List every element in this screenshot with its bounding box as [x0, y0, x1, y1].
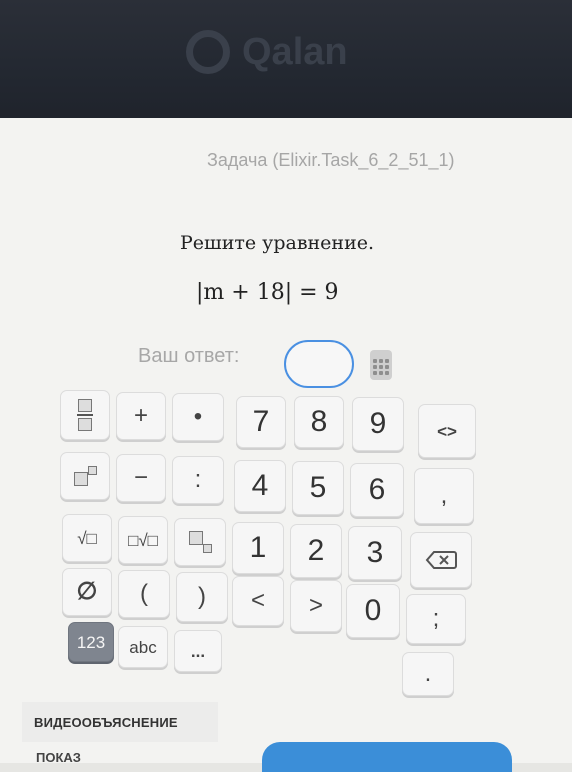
key-label: 123 — [76, 632, 106, 652]
numeric-mode-key[interactable]: 123 — [68, 622, 114, 662]
task-id: Задача (Elixir.Task_6_2_51_1) — [207, 150, 455, 170]
video-explanation-button[interactable]: ВИДЕООБЪЯСНЕНИЕ — [22, 702, 218, 742]
key-label: 5 — [309, 471, 327, 504]
key-label: abc — [129, 637, 157, 657]
plus-key[interactable]: + — [116, 392, 166, 440]
key-label: 0 — [364, 594, 382, 627]
digit-2-key[interactable]: 2 — [290, 524, 342, 578]
key-label: : — [194, 466, 202, 493]
key-label: • — [193, 403, 203, 430]
key-label: + — [133, 402, 148, 429]
comma-key[interactable]: , — [414, 468, 474, 524]
power-icon — [74, 466, 97, 486]
fraction-icon — [77, 399, 93, 431]
key-label: 7 — [252, 405, 270, 438]
primary-action-button[interactable] — [262, 742, 512, 772]
key-label: ( — [140, 580, 148, 607]
logo-text: Qalan — [242, 30, 348, 73]
key-label: □√□ — [128, 530, 158, 550]
answer-label: Ваш ответ: — [138, 345, 240, 367]
greater-than-key[interactable]: > — [290, 580, 342, 632]
key-label: ) — [198, 583, 206, 610]
subscript-icon — [189, 531, 212, 553]
decimal-point-key[interactable]: . — [402, 652, 454, 696]
task-card — [0, 118, 572, 763]
digit-3-key[interactable]: 3 — [348, 526, 402, 580]
key-label: 1 — [249, 531, 267, 564]
backspace-key[interactable] — [410, 532, 472, 588]
sqrt-key[interactable]: √□ — [62, 514, 112, 562]
open-paren-key[interactable]: ( — [118, 570, 170, 618]
key-label: − — [133, 464, 148, 491]
key-label: √□ — [77, 528, 97, 548]
key-label: 6 — [368, 473, 386, 506]
less-than-key[interactable]: < — [232, 576, 284, 626]
video-explanation-label: ВИДЕООБЪЯСНЕНИЕ — [34, 714, 178, 730]
empty-set-key[interactable]: ∅ — [62, 568, 112, 616]
semicolon-key[interactable]: ; — [406, 594, 466, 644]
logo: Qalan — [186, 30, 348, 74]
fraction-key[interactable] — [60, 390, 110, 440]
answer-input[interactable] — [284, 340, 354, 388]
digit-1-key[interactable]: 1 — [232, 522, 284, 574]
power-key[interactable] — [60, 452, 110, 500]
digit-7-key[interactable]: 7 — [236, 396, 286, 448]
key-label: 2 — [307, 534, 325, 567]
key-label: 4 — [251, 469, 269, 502]
nth-root-key[interactable]: □√□ — [118, 516, 168, 564]
calculator-icon[interactable] — [370, 350, 392, 380]
key-label: ∅ — [76, 578, 98, 605]
key-label: . — [424, 660, 432, 687]
minus-key[interactable]: − — [116, 454, 166, 502]
task-prompt: Решите уравнение. — [180, 232, 375, 254]
key-label: , — [440, 482, 448, 509]
equation: |m + 18| = 9 — [196, 280, 339, 305]
more-key[interactable]: ... — [174, 630, 222, 672]
key-label: ; — [432, 605, 440, 632]
key-label: 9 — [369, 407, 387, 440]
digit-4-key[interactable]: 4 — [234, 460, 286, 512]
divide-key[interactable]: : — [172, 456, 224, 504]
digit-9-key[interactable]: 9 — [352, 397, 404, 451]
key-label: > — [308, 592, 323, 619]
toggle-key[interactable]: <> — [418, 404, 476, 458]
digit-6-key[interactable]: 6 — [350, 463, 404, 517]
key-label: ... — [190, 641, 206, 661]
close-paren-key[interactable]: ) — [176, 572, 228, 622]
backspace-icon — [425, 551, 457, 569]
digit-8-key[interactable]: 8 — [294, 396, 344, 448]
digit-5-key[interactable]: 5 — [292, 461, 344, 515]
letters-mode-key[interactable]: abc — [118, 626, 168, 668]
key-label: 3 — [366, 536, 384, 569]
digit-0-key[interactable]: 0 — [346, 584, 400, 638]
app-header: Qalan — [0, 0, 572, 122]
subscript-key[interactable] — [174, 518, 226, 566]
logo-mark-icon — [186, 30, 230, 74]
dot-key[interactable]: • — [172, 393, 224, 441]
key-label: 8 — [310, 405, 328, 438]
key-label: < — [250, 587, 265, 614]
key-label: <> — [437, 421, 457, 441]
